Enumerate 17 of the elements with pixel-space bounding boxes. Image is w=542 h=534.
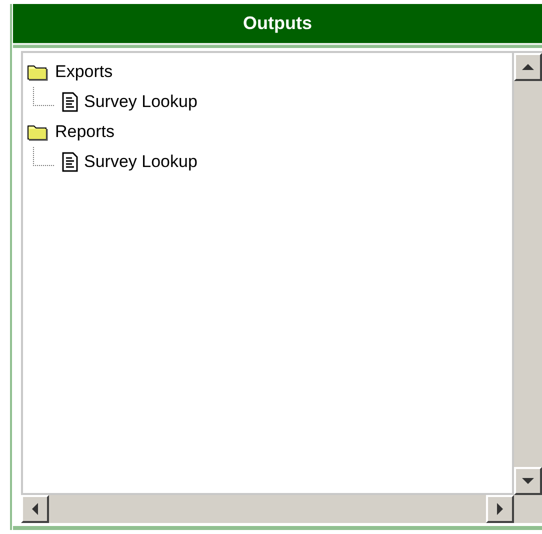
tree-item[interactable]: Reports — [55, 122, 115, 142]
scroll-left-button[interactable] — [21, 495, 49, 523]
scrollbar-corner — [514, 495, 542, 523]
document-icon — [62, 152, 78, 172]
tree-item[interactable]: Exports — [55, 62, 113, 82]
tree-item[interactable]: Survey Lookup — [84, 152, 198, 172]
folder-icon — [27, 123, 49, 141]
scroll-down-button[interactable] — [514, 467, 542, 495]
arrow-right-icon — [494, 500, 506, 518]
tree-item[interactable]: Survey Lookup — [84, 92, 198, 112]
vertical-scrollbar[interactable] — [514, 53, 542, 495]
horizontal-scrollbar[interactable] — [21, 495, 514, 523]
scroll-right-button[interactable] — [486, 495, 514, 523]
folder-icon — [27, 63, 49, 81]
panel-title: Outputs — [13, 4, 542, 45]
document-icon — [62, 92, 78, 112]
scroll-up-button[interactable] — [514, 53, 542, 81]
